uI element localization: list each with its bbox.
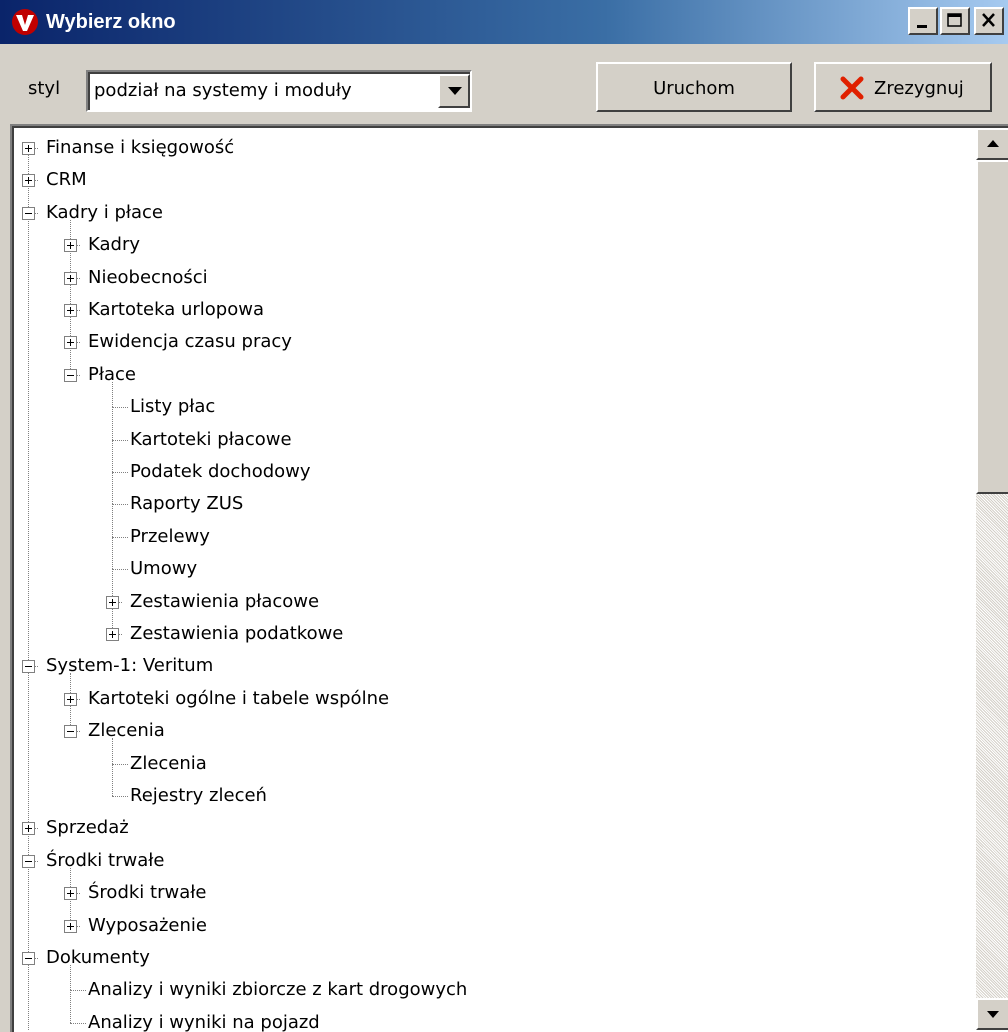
tree-item[interactable]: Zlecenia — [88, 715, 165, 747]
module-tree[interactable]: Finanse i księgowość CRM Kadry i płace Kadr… — [14, 128, 974, 1032]
tree-connector-vertical — [28, 666, 29, 829]
tree-connector-vertical — [112, 439, 113, 472]
tree-connector-horizontal — [112, 569, 128, 571]
tree-connector-vertical — [112, 536, 113, 570]
tree-item[interactable]: Zestawienia płacowe — [130, 586, 319, 618]
style-select[interactable]: podział na systemy i moduły — [86, 70, 472, 112]
tree-expand-icon[interactable] — [64, 919, 77, 933]
tree-expand-icon[interactable] — [22, 174, 35, 188]
tree-connector-horizontal — [112, 472, 128, 473]
tree-item[interactable]: Kadry i płace — [46, 197, 163, 229]
tree-item[interactable]: Podatek dochodowy — [130, 456, 311, 488]
tree-item[interactable]: Zlecenia — [130, 748, 207, 780]
style-select-value: podział na systemy i moduły — [94, 80, 352, 101]
tree-item[interactable]: Umowy — [130, 553, 197, 585]
tree-expand-icon[interactable] — [106, 595, 119, 609]
arrow-up-icon — [987, 140, 999, 147]
tree-item[interactable]: Środki trwałe — [46, 845, 164, 877]
tree-expand-icon[interactable] — [64, 304, 77, 317]
tree-item[interactable]: CRM — [46, 164, 87, 196]
tree-connector-vertical — [112, 472, 113, 505]
tree-expand-icon[interactable] — [64, 336, 77, 350]
tree-connector-horizontal — [70, 990, 86, 992]
tree-connector-horizontal — [112, 504, 128, 506]
tree-item[interactable]: Sprzedaż — [46, 812, 129, 844]
minimize-button[interactable] — [908, 7, 938, 35]
tree-item[interactable]: Ewidencja czasu pracy — [88, 326, 292, 358]
red-x-icon — [840, 76, 864, 100]
minimize-icon — [917, 25, 927, 28]
tree-item[interactable]: Zestawienia podatkowe — [130, 618, 343, 650]
cancel-button-label: Zrezygnuj — [874, 78, 964, 99]
tree-connector-vertical — [28, 212, 29, 667]
window-title: Wybierz okno — [46, 11, 176, 33]
tree-item[interactable]: Kartoteki ogólne i tabele wspólne — [88, 683, 389, 715]
dialog-window: Wybierz okno styl podział na systemy i m… — [0, 0, 1008, 1032]
tree-connector-horizontal — [112, 763, 128, 765]
title-bar[interactable]: Wybierz okno — [0, 0, 1008, 44]
tree-item[interactable]: Kartoteka urlopowa — [88, 294, 264, 326]
run-button[interactable]: Uruchom — [596, 62, 792, 112]
tree-connector-vertical — [70, 990, 71, 1023]
tree-item[interactable]: Finanse i księgowość — [46, 132, 234, 164]
tree-collapse-icon[interactable] — [22, 660, 35, 674]
style-select-dropdown-button[interactable] — [438, 74, 470, 108]
tree-expand-icon[interactable] — [64, 887, 77, 901]
tree-item[interactable]: Kartoteki płacowe — [130, 424, 292, 456]
vertical-scrollbar[interactable] — [976, 128, 1008, 1030]
scroll-down-button[interactable] — [976, 998, 1008, 1030]
tree-collapse-icon[interactable] — [22, 952, 35, 965]
tree-item[interactable]: Nieobecności — [88, 262, 208, 294]
tree-item[interactable]: Płace — [88, 359, 136, 391]
tree-item[interactable]: Przelewy — [130, 521, 210, 553]
arrow-down-icon — [987, 1011, 999, 1018]
tree-expand-icon[interactable] — [64, 692, 77, 706]
tree-panel: Finanse i księgowość CRM Kadry i płace Kadr… — [10, 124, 1008, 1032]
tree-item[interactable]: Środki trwałe — [88, 877, 206, 909]
tree-item[interactable]: Raporty ZUS — [130, 488, 243, 520]
scroll-thumb[interactable] — [976, 160, 1008, 494]
tree-expand-icon[interactable] — [22, 142, 35, 155]
scroll-up-button[interactable] — [976, 128, 1008, 160]
tree-connector-horizontal — [112, 439, 128, 441]
close-button[interactable] — [974, 7, 1004, 35]
tree-expand-icon[interactable] — [64, 239, 77, 253]
maximize-icon — [947, 13, 962, 27]
tree-collapse-icon[interactable] — [64, 725, 77, 739]
cancel-button[interactable]: Zrezygnuj — [814, 62, 992, 112]
tree-expand-icon[interactable] — [64, 271, 77, 285]
tree-connector-horizontal — [112, 536, 128, 538]
tree-connector-horizontal — [112, 796, 128, 797]
tree-expand-icon[interactable] — [22, 822, 35, 836]
maximize-button[interactable] — [940, 7, 970, 35]
tree-connector-horizontal — [112, 407, 128, 409]
tree-connector-horizontal — [70, 1022, 86, 1024]
tree-item[interactable]: System-1: Veritum — [46, 650, 213, 682]
tree-connector-vertical — [28, 958, 29, 1030]
tree-item[interactable]: Rejestry zleceń — [130, 780, 267, 812]
tree-item[interactable]: Analizy i wyniki zbiorcze z kart drogowy… — [88, 974, 467, 1006]
v-logo-icon — [12, 9, 38, 35]
close-icon — [982, 13, 995, 27]
tree-expand-icon[interactable] — [106, 628, 119, 641]
style-label: styl — [28, 78, 61, 99]
chevron-down-icon — [448, 87, 462, 95]
tree-collapse-icon[interactable] — [22, 854, 35, 868]
tree-item[interactable]: Wyposażenie — [88, 910, 207, 942]
tree-connector-vertical — [112, 407, 113, 440]
tree-item[interactable]: Analizy i wyniki na pojazd — [88, 1007, 320, 1032]
run-button-label: Uruchom — [653, 78, 735, 99]
tree-item[interactable]: Listy płac — [130, 391, 215, 423]
tree-collapse-icon[interactable] — [64, 368, 77, 382]
tree-item[interactable]: Kadry — [88, 229, 140, 261]
tree-connector-vertical — [28, 860, 29, 958]
tree-connector-vertical — [112, 763, 113, 796]
tree-collapse-icon[interactable] — [22, 206, 35, 220]
tree-connector-vertical — [112, 504, 113, 537]
tree-item[interactable]: Dokumenty — [46, 942, 150, 974]
